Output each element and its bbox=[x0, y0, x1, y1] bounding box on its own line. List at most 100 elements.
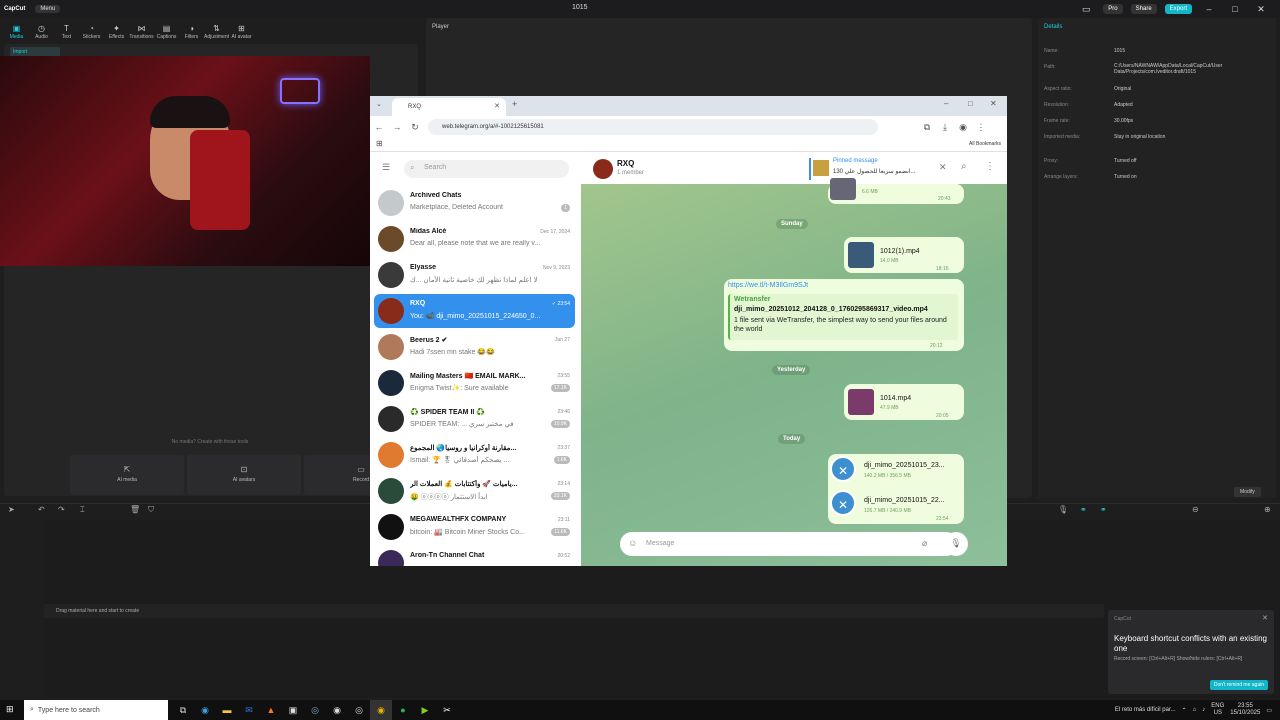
message-bubble[interactable]: 1014.mp4 47.9 MB 20:05 bbox=[844, 384, 964, 420]
delete-icon[interactable]: 🗑 bbox=[130, 505, 140, 514]
magnet-icon[interactable]: ⚭ bbox=[1100, 505, 1107, 514]
chat-item[interactable]: MEGAWEALTHFX COMPANY bitcoin: 🏭 Bitcoin M… bbox=[374, 510, 575, 544]
clock[interactable]: 23:55 15/10/2025 bbox=[1230, 703, 1260, 717]
maximize-icon[interactable]: □ bbox=[1226, 4, 1244, 14]
undo-icon[interactable]: ↶ bbox=[38, 505, 45, 514]
store-icon[interactable]: ▣ bbox=[282, 700, 304, 720]
unpin-close-icon[interactable]: ✕ bbox=[939, 162, 947, 173]
menu-button[interactable]: Menu bbox=[35, 5, 61, 13]
task-view-icon[interactable]: ⧉ bbox=[172, 700, 194, 720]
app-icon[interactable]: ▲ bbox=[260, 700, 282, 720]
url-bar[interactable]: web.telegram.org/a/#-1002125615081 bbox=[428, 119, 878, 135]
chat-avatar[interactable] bbox=[593, 159, 613, 179]
modify-button[interactable]: Modify bbox=[1234, 487, 1261, 497]
new-tab-icon[interactable]: + bbox=[512, 99, 517, 109]
kebab-menu-icon[interactable]: ⋮ bbox=[972, 122, 990, 133]
video-thumb[interactable] bbox=[848, 389, 874, 415]
message-bubble[interactable]: 1012(1).mp4 14.0 MB 18:15 bbox=[844, 237, 964, 273]
windows-start-icon[interactable]: ⊞ bbox=[6, 704, 14, 715]
tab-close-icon[interactable]: ✕ bbox=[494, 102, 500, 110]
toast-close-icon[interactable]: ✕ bbox=[1262, 614, 1268, 622]
mic-icon[interactable]: 🎙 bbox=[1058, 505, 1068, 514]
tab-search-icon[interactable]: ⌄ bbox=[376, 100, 382, 108]
chevron-up-icon[interactable]: ⌃ bbox=[1182, 707, 1187, 714]
spotify-icon[interactable]: ● bbox=[392, 700, 414, 720]
shield-icon[interactable]: ⛉ bbox=[148, 505, 154, 515]
edge-icon[interactable]: ◉ bbox=[194, 700, 216, 720]
obs-icon[interactable]: ◉ bbox=[326, 700, 348, 720]
select-tool-icon[interactable]: ➤ bbox=[8, 505, 15, 514]
cancel-upload-icon[interactable]: ✕ bbox=[830, 490, 856, 516]
zoom-in-icon[interactable]: ⊕ bbox=[1264, 505, 1271, 514]
reload-icon[interactable]: ↻ bbox=[406, 122, 424, 133]
tool-captions[interactable]: ▤ Captions bbox=[154, 24, 179, 40]
chat-item[interactable]: Beerus 2 ✔ Hadi 7ssen mn stake 😂😂 Jun 27 bbox=[374, 330, 575, 364]
attach-icon[interactable]: ⌀ bbox=[922, 538, 927, 549]
tool-effects[interactable]: ✦ Effects bbox=[104, 24, 129, 40]
zoom-out-icon[interactable]: ⊖ bbox=[1192, 505, 1199, 514]
message-bubble[interactable]: 6.6 MB 20:43 bbox=[828, 178, 964, 204]
tool-media[interactable]: ▣ Media bbox=[4, 24, 29, 40]
pinned-text[interactable]: انضمو سريعا للحصول علي 130... bbox=[833, 168, 933, 175]
uploading-bubble[interactable]: ✕ dji_mimo_20251015_23... 140.2 MB / 356… bbox=[828, 454, 964, 524]
tool-stickers[interactable]: ◔ Stickers bbox=[79, 24, 104, 40]
tool-ai-avatar[interactable]: ⊞ AI avatar bbox=[229, 24, 254, 40]
video-thumb[interactable] bbox=[848, 242, 874, 268]
dont-remind-button[interactable]: Don't remind me again bbox=[1209, 680, 1268, 690]
tool-adjustment[interactable]: ⇅ Adjustment bbox=[204, 24, 229, 40]
back-icon[interactable]: ← bbox=[370, 122, 388, 132]
chrome-icon[interactable]: ◉ bbox=[370, 700, 392, 720]
hamburger-icon[interactable]: ☰ bbox=[382, 162, 390, 173]
link-preview[interactable]: Wetransfer dji_mimo_20251012_204128_0_17… bbox=[728, 294, 958, 340]
wetransfer-link[interactable]: https://we.tl/t-M3IlGm9SJt bbox=[728, 282, 808, 289]
chat-item[interactable]: ♻️ SPIDER TEAM II ♻️ SPIDER TEAM: ... في … bbox=[374, 402, 575, 436]
tool-filters[interactable]: ◑ Filters bbox=[179, 24, 204, 40]
split-icon[interactable]: ⌶ bbox=[80, 505, 85, 515]
export-button[interactable]: Export bbox=[1164, 4, 1192, 14]
browser-tab[interactable]: RXQ ✕ bbox=[392, 98, 506, 116]
pro-button[interactable]: Pro bbox=[1103, 4, 1123, 14]
tool-text[interactable]: T Text bbox=[54, 24, 79, 40]
pinned-title[interactable]: Pinned message bbox=[833, 158, 878, 164]
chat-item[interactable]: ياميات 🚀 وأكتتابات 💰 العملات الر... 🤑 ⓞⓞⓞ… bbox=[374, 474, 575, 508]
mic-button[interactable]: 🎙 bbox=[944, 532, 968, 556]
chat-item[interactable]: RXQ You: 📹 dji_mimo_20251015_224650_0... ✓… bbox=[374, 294, 575, 328]
notification-icon[interactable]: ▭ bbox=[1266, 707, 1272, 714]
close-icon[interactable]: ✕ bbox=[990, 99, 997, 108]
volume-icon[interactable]: ♪ bbox=[1202, 707, 1205, 713]
chat-item[interactable]: Archived Chats Marketplace, Deleted Accou… bbox=[374, 186, 575, 220]
taskbar-search[interactable]: ⌕ Type here to search bbox=[24, 700, 168, 720]
search-icon[interactable]: ⌕ bbox=[961, 161, 967, 172]
chat-item[interactable]: مقارنة أوكرانيا و روسيا🌏 المجموع... Ismai… bbox=[374, 438, 575, 472]
link-message-bubble[interactable]: https://we.tl/t-M3IlGm9SJt Wetransfer dj… bbox=[724, 279, 964, 351]
news-widget[interactable]: El reto más difícil par... bbox=[1115, 707, 1176, 713]
minimize-icon[interactable]: – bbox=[944, 99, 948, 108]
profile-icon[interactable]: ◉ bbox=[954, 122, 972, 133]
emoji-icon[interactable]: ☺ bbox=[628, 538, 637, 548]
all-bookmarks[interactable]: All Bookmarks bbox=[969, 141, 1001, 147]
chat-item[interactable]: Midas Alcé Dear all, please note that we … bbox=[374, 222, 575, 256]
forward-icon[interactable]: → bbox=[388, 122, 406, 132]
apps-icon[interactable]: ⊞ bbox=[376, 139, 383, 148]
network-icon[interactable]: ⌂ bbox=[1193, 707, 1197, 713]
chat-name[interactable]: RXQ bbox=[617, 159, 634, 168]
ai-avatars-button[interactable]: ⊡ AI avatars bbox=[187, 455, 301, 495]
chat-item[interactable]: Aron-Tn Channel Chat 20:52 bbox=[374, 546, 575, 566]
steam-icon[interactable]: ◎ bbox=[304, 700, 326, 720]
app-icon[interactable]: ▶ bbox=[414, 700, 436, 720]
tool-audio[interactable]: ◷ Audio bbox=[29, 24, 54, 40]
main-track[interactable] bbox=[44, 604, 1104, 618]
outlook-icon[interactable]: ✉ bbox=[238, 700, 260, 720]
tool-transitions[interactable]: ⋈ Transitions bbox=[129, 24, 154, 40]
ai-media-button[interactable]: ⇱ AI media bbox=[70, 455, 184, 495]
app-icon[interactable]: ◎ bbox=[348, 700, 370, 720]
search-input[interactable]: Search bbox=[404, 160, 569, 178]
message-input[interactable]: Message bbox=[620, 532, 958, 556]
capcut-taskbar-icon[interactable]: ✂ bbox=[436, 700, 458, 720]
redo-icon[interactable]: ↷ bbox=[58, 505, 65, 514]
share-button[interactable]: Share bbox=[1130, 4, 1157, 14]
more-icon[interactable]: ⋮ bbox=[985, 161, 995, 172]
cancel-upload-icon[interactable]: ✕ bbox=[830, 456, 856, 482]
file-explorer-icon[interactable]: ▬ bbox=[216, 700, 238, 720]
download-icon[interactable]: ⤓ bbox=[936, 122, 954, 133]
